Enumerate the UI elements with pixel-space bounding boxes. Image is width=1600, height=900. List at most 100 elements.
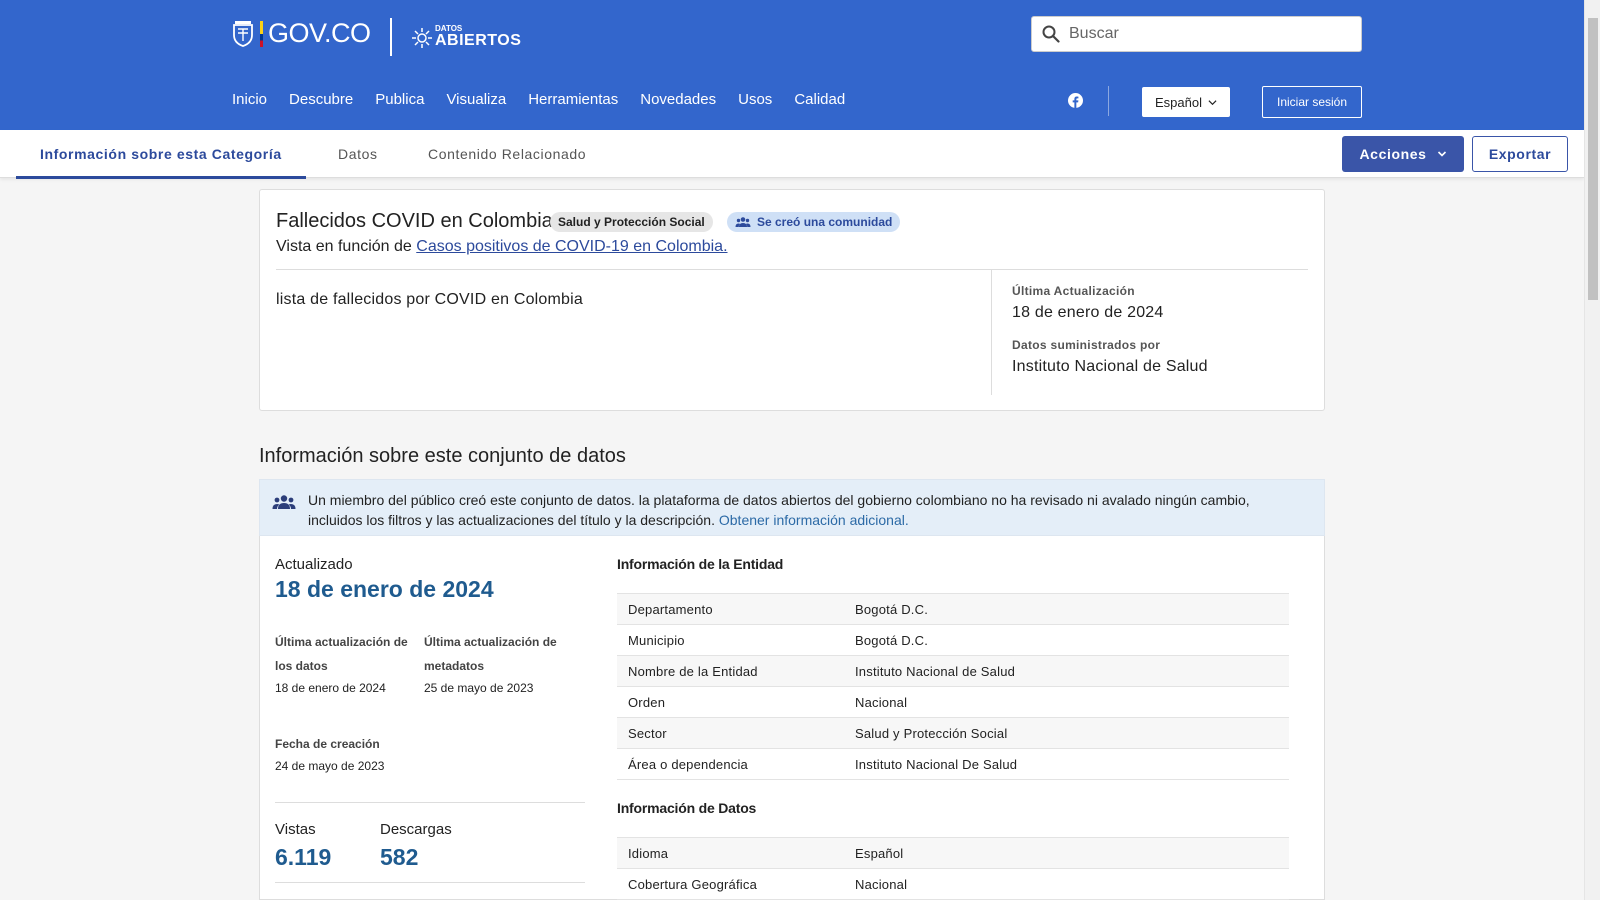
datos-abiertos-logo[interactable]: DATOS ABIERTOS	[412, 24, 521, 49]
notice-text: Un miembro del público creó este conjunt…	[308, 490, 1308, 530]
card-vertical-divider	[991, 270, 992, 395]
entity-info-heading: Información de la Entidad	[617, 556, 784, 572]
data-value: Nacional	[844, 868, 1289, 900]
updated-value: 18 de enero de 2024	[275, 576, 494, 602]
gov-co-logo[interactable]: GOV.CO	[232, 18, 371, 49]
search-input[interactable]	[1069, 25, 1349, 43]
colombia-shield-icon	[233, 20, 253, 47]
facebook-icon[interactable]	[1068, 93, 1083, 108]
language-select[interactable]: Español	[1142, 87, 1230, 117]
nav-descubre[interactable]: Descubre	[289, 91, 353, 108]
last-update-label: Última Actualización	[1012, 284, 1135, 298]
provided-by-label: Datos suministrados por	[1012, 338, 1161, 352]
page-scrollbar[interactable]	[1584, 0, 1600, 900]
scrollbar-thumb[interactable]	[1588, 18, 1598, 300]
views-value: 6.119	[275, 844, 332, 870]
stats-divider-top	[275, 802, 585, 803]
downloads-value: 582	[380, 844, 419, 870]
category-badge[interactable]: Salud y Protección Social	[550, 212, 713, 232]
metadata-update-label: Última actualización de metadatos	[424, 635, 557, 673]
data-key: Cobertura Geográfica	[617, 868, 844, 900]
entity-value: Instituto Nacional de Salud	[844, 655, 1289, 687]
gov-co-logo-text: GOV.CO	[268, 18, 371, 48]
created-value: 24 de mayo de 2023	[275, 759, 385, 773]
table-row: Idioma Español	[617, 837, 1289, 869]
table-row: Departamento Bogotá D.C.	[617, 593, 1289, 625]
view-based-on: Vista en función de Casos positivos de C…	[276, 238, 728, 256]
data-update-label: Última actualización de los datos	[275, 635, 408, 673]
nav-separator	[1108, 86, 1109, 116]
chevron-down-icon	[1437, 151, 1446, 157]
last-update-value: 18 de enero de 2024	[1012, 304, 1164, 321]
data-info-heading: Información de Datos	[617, 800, 757, 816]
created-label: Fecha de creación	[275, 737, 380, 751]
community-badge: Se creó una comunidad	[727, 212, 901, 232]
table-row: Orden Nacional	[617, 686, 1289, 718]
entity-value: Salud y Protección Social	[844, 717, 1289, 749]
entity-key: Área o dependencia	[617, 748, 844, 780]
dataset-title: Fallecidos COVID en Colombia	[276, 210, 553, 232]
data-update-value: 18 de enero de 2024	[275, 681, 386, 695]
nav-usos[interactable]: Usos	[738, 91, 772, 108]
entity-value: Instituto Nacional De Salud	[844, 748, 1289, 780]
actions-button[interactable]: Acciones	[1342, 136, 1464, 172]
table-row: Nombre de la Entidad Instituto Nacional d…	[617, 655, 1289, 687]
table-row: Área o dependencia Instituto Nacional De …	[617, 748, 1289, 780]
nav-novedades[interactable]: Novedades	[640, 91, 716, 108]
community-notice: Un miembro del público creó este conjunt…	[259, 479, 1325, 536]
entity-key: Nombre de la Entidad	[617, 655, 844, 687]
logo-divider	[390, 18, 392, 56]
gov-header: GOV.CO DATOS ABIERTOS Inicio Descubre Pu…	[0, 0, 1584, 130]
entity-key: Departamento	[617, 593, 844, 625]
views-label: Vistas	[275, 821, 316, 838]
data-value: Español	[844, 837, 1289, 869]
entity-value: Bogotá D.C.	[844, 624, 1289, 656]
language-value: Español	[1155, 94, 1202, 110]
nav-publica[interactable]: Publica	[375, 91, 424, 108]
search-box[interactable]	[1031, 16, 1362, 52]
people-icon	[272, 495, 296, 509]
entity-value: Bogotá D.C.	[844, 593, 1289, 625]
people-icon	[735, 217, 751, 227]
updated-label: Actualizado	[275, 556, 353, 573]
tab-related-content[interactable]: Contenido Relacionado	[428, 130, 586, 178]
main-nav: Inicio Descubre Publica Visualiza Herram…	[232, 91, 867, 108]
dataset-details-card: Actualizado 18 de enero de 2024 Última a…	[259, 536, 1325, 900]
tab-category-info[interactable]: Información sobre esta Categoría	[16, 130, 306, 179]
flag-stripe	[260, 20, 263, 47]
entity-value: Nacional	[844, 686, 1289, 718]
table-row: Cobertura Geográfica Nacional	[617, 868, 1289, 900]
card-divider	[276, 269, 1308, 270]
nav-herramientas[interactable]: Herramientas	[528, 91, 618, 108]
stats-divider-bottom	[275, 882, 585, 883]
more-info-link[interactable]: Obtener información adicional.	[719, 512, 909, 528]
table-row: Sector Salud y Protección Social	[617, 717, 1289, 749]
data-key: Idioma	[617, 837, 844, 869]
nav-calidad[interactable]: Calidad	[794, 91, 845, 108]
provided-by-value: Instituto Nacional de Salud	[1012, 358, 1208, 375]
about-dataset-title: Información sobre este conjunto de datos	[259, 445, 626, 467]
community-badge-label: Se creó una comunidad	[757, 215, 893, 229]
entity-key: Sector	[617, 717, 844, 749]
table-row: Municipio Bogotá D.C.	[617, 624, 1289, 656]
parent-dataset-link[interactable]: Casos positivos de COVID-19 en Colombia.	[416, 238, 727, 255]
export-button[interactable]: Exportar	[1472, 136, 1568, 172]
datos-abiertos-icon	[412, 27, 432, 48]
entity-key: Orden	[617, 686, 844, 718]
tab-datos[interactable]: Datos	[338, 130, 378, 178]
dataset-summary-card: Fallecidos COVID en Colombia Salud y Pro…	[259, 189, 1325, 411]
datos-logo-big: ABIERTOS	[435, 32, 522, 49]
view-prefix: Vista en función de	[276, 238, 412, 255]
actions-label: Acciones	[1359, 146, 1427, 162]
dataset-description: lista de fallecidos por COVID en Colombi…	[276, 291, 584, 308]
search-icon	[1042, 25, 1060, 43]
nav-inicio[interactable]: Inicio	[232, 91, 267, 108]
chevron-down-icon	[1208, 99, 1217, 105]
metadata-update-value: 25 de mayo de 2023	[424, 681, 534, 695]
data-info-table: Idioma Español Cobertura Geográfica Nacion…	[617, 837, 1289, 900]
entity-info-table: Departamento Bogotá D.C. Municipio Bogotá …	[617, 593, 1289, 780]
downloads-label: Descargas	[380, 821, 452, 838]
entity-key: Municipio	[617, 624, 844, 656]
login-button[interactable]: Iniciar sesión	[1262, 86, 1362, 118]
nav-visualiza[interactable]: Visualiza	[446, 91, 506, 108]
